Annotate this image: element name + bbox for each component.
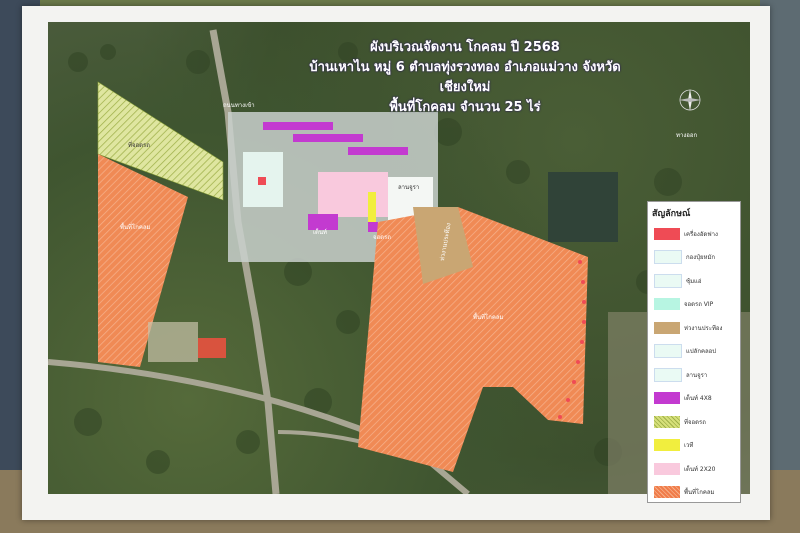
label-lawn: ลานจูรา [398,184,420,191]
legend-heading: สัญลักษณ์ [652,209,691,219]
label-road: ถนนทางเข้า [223,102,255,109]
tent-row-3 [348,147,408,155]
field-right [358,207,588,472]
legend-label: กองปุ๋ยหมัก [686,254,716,262]
legend-swatch [654,227,680,240]
legend-label: ห่วงานประทีอง [684,324,723,332]
legend-swatch [654,298,680,311]
legend-item: เต็นท์ 4X8 [648,387,740,411]
legend-label: เวที [684,442,694,450]
legend-swatch [654,273,682,288]
legend-item: ห่วงานประทีอง [648,316,740,340]
legend-label: เครื่องอัดฟาง [684,230,718,238]
stage [368,192,376,222]
legend-swatch [654,321,680,334]
title-line-1: ผังบริเวณจัดงาน โกคลม ปี 2568 [370,40,560,55]
legend-item: ลานจูรา [648,363,740,387]
legend-rows: เครื่องอัดฟางกองปุ๋ยหมักซุ้มแอ่จอดรถ VIP… [648,222,740,504]
legend-item: เต็นท์ 2X20 [648,457,740,481]
legend-label: เต็นท์ 2X20 [684,465,716,473]
legend-item: จอดรถ VIP [648,293,740,317]
house-compound [148,322,198,362]
tent-row-1 [263,122,333,130]
label-booth: เต็นท์ [313,229,328,236]
label-left-field: พื้นที่โกคลม [120,224,151,231]
legend-item: แปลักคลอป [648,340,740,364]
legend-label: ซุ้มแอ่ [686,277,702,285]
label-parking: ที่จอดรถ [128,142,150,149]
legend-swatch [654,250,682,265]
legend-item: ที่จอดรถ [648,410,740,434]
legend-label: ลานจูรา [686,371,708,379]
legend-item: เวที [648,434,740,458]
legend-item: เครื่องอัดฟาง [648,222,740,246]
compass-icon [679,89,701,111]
tent-2x20-block [318,172,388,217]
title-line-2: บ้านเหาไน หมู่ 6 ตำบลทุ่งรวงทอง อำเภอแม่… [309,60,621,95]
legend-item: กองปุ๋ยหมัก [648,246,740,270]
map-legend: สัญลักษณ์ เครื่องอัดฟางกองปุ๋ยหมักซุ้มแอ… [647,201,741,503]
legend-label: พื้นที่โกคลม [684,489,715,497]
legend-label: จอดรถ VIP [684,301,714,309]
legend-label: แปลักคลอป [686,348,717,356]
legend-item: ซุ้มแอ่ [648,269,740,293]
straw-baler [258,177,266,185]
legend-swatch [654,439,680,452]
label-side: จอดรถ [373,234,391,241]
tent-row-2 [293,134,363,142]
legend-item: พื้นที่โกคลม [648,481,740,505]
legend-label: ที่จอดรถ [684,418,706,426]
label-right-field: พื้นที่โกคลม [473,314,504,321]
legend-swatch [654,486,680,499]
pond [548,172,618,242]
legend-label: เต็นท์ 4X8 [684,395,712,403]
label-corner: ทางออก [676,132,698,139]
title-line-3: พื้นที่โกคลม จำนวน 25 ไร่ [389,100,541,115]
legend-swatch [654,344,682,359]
house-red-roof [198,338,226,358]
legend-swatch [654,367,682,382]
legend-swatch [654,462,680,475]
map-title: ผังบริเวณจัดงาน โกคลม ปี 2568 บ้านเหาไน … [300,38,630,118]
legend-swatch [654,392,680,405]
legend-swatch [654,415,680,428]
